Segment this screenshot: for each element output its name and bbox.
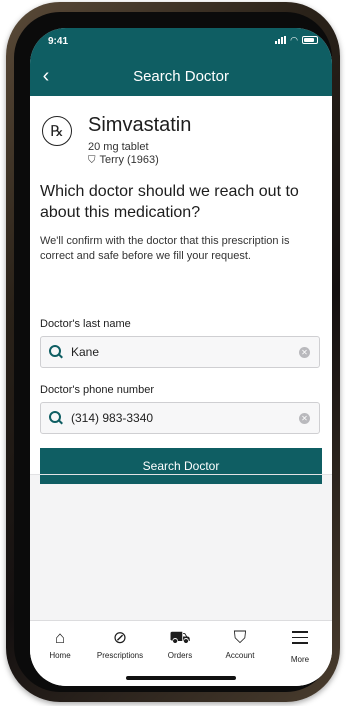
last-name-label: Doctor's last name: [40, 318, 131, 330]
home-icon: ⌂: [54, 628, 66, 647]
status-time: 9:41: [48, 36, 69, 47]
clear-icon[interactable]: ✕: [299, 412, 310, 424]
phone-label: Doctor's phone number: [40, 384, 154, 396]
menu-icon: [270, 631, 330, 653]
header-bar: 9:41 ◠ ‹ Search Doctor: [30, 28, 332, 96]
last-name-input[interactable]: [69, 344, 299, 360]
confirmation-text: We'll confirm with the doctor that this …: [40, 235, 290, 262]
patient-info: ⛉ Terry (1963): [88, 154, 159, 166]
last-name-field[interactable]: ✕: [40, 336, 320, 368]
tab-orders[interactable]: ⛟ Orders: [150, 627, 210, 660]
search-icon: [49, 345, 63, 359]
status-icons: ◠: [275, 35, 318, 45]
medication-name: Simvastatin: [88, 114, 192, 136]
phone-input[interactable]: [69, 410, 299, 426]
clear-icon[interactable]: ✕: [299, 346, 310, 358]
phone-field[interactable]: ✕: [40, 402, 320, 434]
tab-prescriptions[interactable]: ⊘ Prescriptions: [90, 627, 150, 660]
main-content: ℞ Simvastatin 20 mg tablet ⛉ Terry (1963…: [30, 96, 332, 484]
pill-icon: ⊘: [112, 628, 128, 647]
home-indicator[interactable]: [126, 676, 236, 680]
patient-name: Terry (1963): [99, 154, 159, 166]
tab-label: More: [290, 655, 310, 664]
person-icon: ⛉: [88, 154, 96, 166]
tab-label: Prescriptions: [96, 651, 144, 660]
medication-dose: 20 mg tablet: [88, 141, 149, 153]
content-divider: [30, 474, 332, 475]
tab-label: Orders: [167, 651, 193, 660]
truck-icon: ⛟: [169, 628, 191, 647]
tab-home[interactable]: ⌂ Home: [30, 627, 90, 660]
battery-icon: [302, 36, 318, 44]
tab-label: Account: [225, 651, 255, 660]
wifi-icon: ◠: [290, 35, 298, 45]
tab-account[interactable]: ⛉ Account: [210, 627, 270, 660]
tab-label: Home: [49, 651, 71, 660]
search-icon: [49, 411, 63, 425]
person-icon: ⛉: [233, 628, 247, 647]
tab-more[interactable]: More: [270, 627, 330, 664]
page-title: Search Doctor: [133, 68, 229, 85]
rx-icon: ℞: [42, 116, 72, 146]
app-screen: 9:41 ◠ ‹ Search Doctor ℞ Simvastatin 20 …: [30, 28, 332, 686]
doctor-question: Which doctor should we reach out to abou…: [40, 183, 299, 221]
search-doctor-button[interactable]: Search Doctor: [40, 448, 322, 484]
signal-icon: [275, 36, 287, 44]
